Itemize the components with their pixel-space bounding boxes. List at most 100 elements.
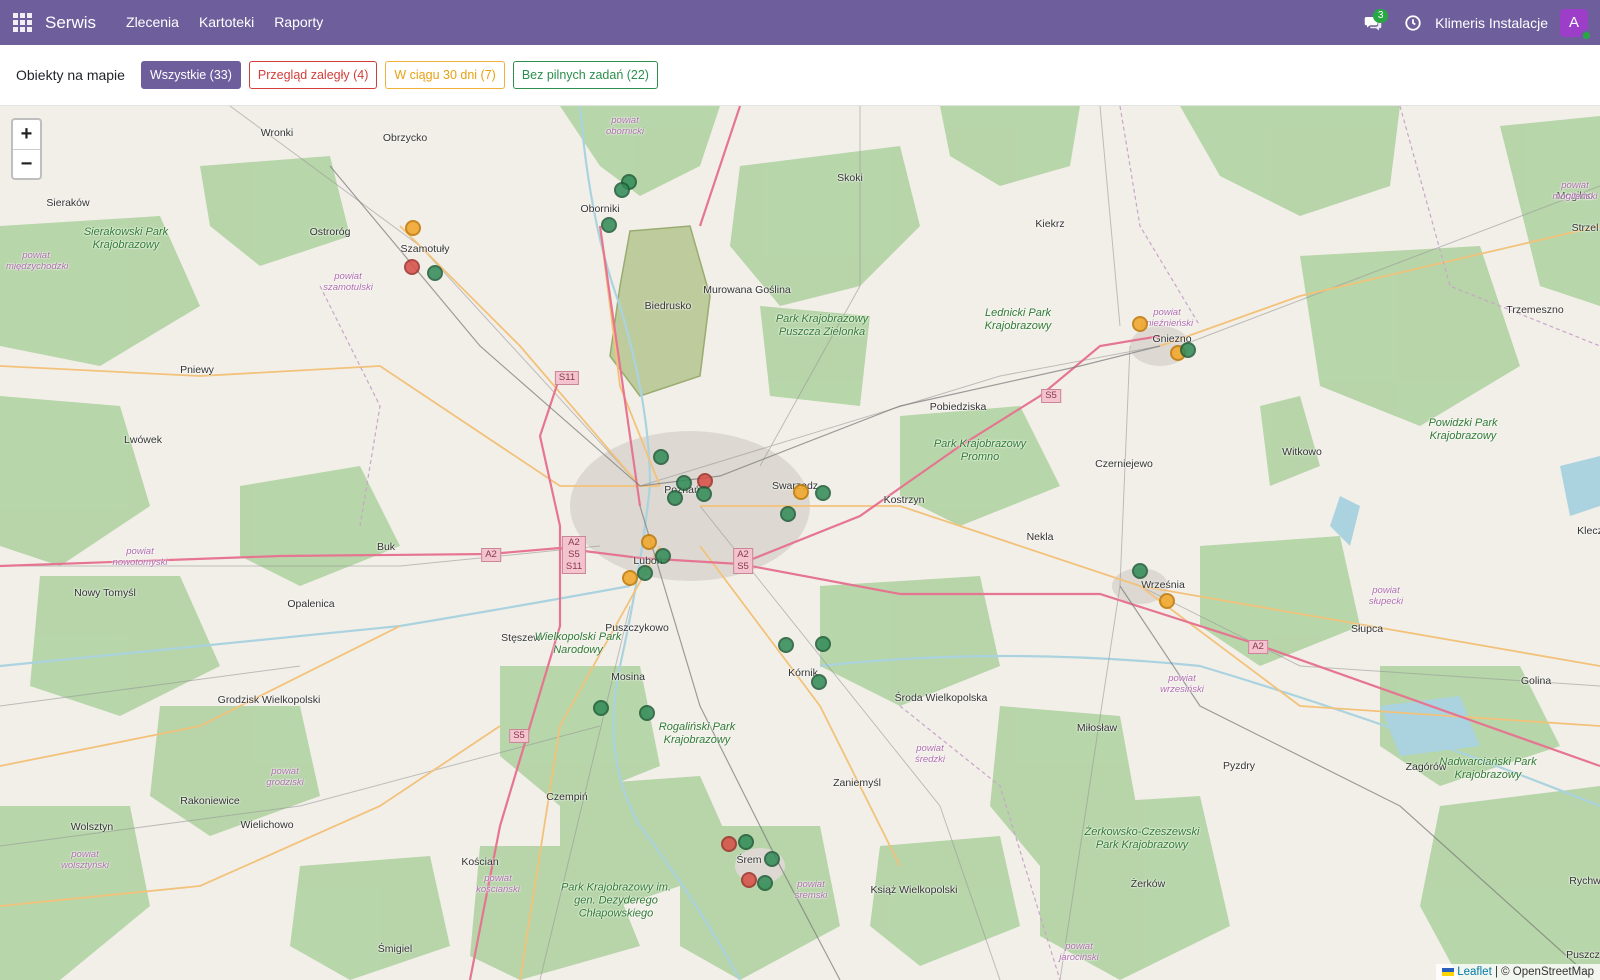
filter-all-button[interactable]: Wszystkie (33) (140, 61, 241, 89)
district-label: powiat nowotomyski (112, 546, 168, 568)
place-label-słupca: Słupca (1350, 623, 1384, 635)
place-label-klecz: Klecz (1577, 525, 1600, 537)
map-marker-ok[interactable] (653, 449, 669, 465)
map-marker-soon[interactable] (641, 534, 657, 550)
district-label: powiat śremski (794, 879, 828, 901)
map-marker-soon[interactable] (1159, 593, 1175, 609)
road-number-label: A2 S5 (733, 548, 753, 574)
district-label: powiat wrzesiński (1160, 673, 1204, 695)
district-label: powiat jarociński (1059, 941, 1099, 963)
map-marker-ok[interactable] (815, 636, 831, 652)
map-marker-ok[interactable] (811, 674, 827, 690)
place-label-żerków: Żerków (1130, 878, 1166, 890)
place-label-pniewy: Pniewy (180, 364, 214, 376)
place-label-śmigiel: Śmigiel (377, 943, 413, 955)
place-label-środa-wielkopolska: Środa Wielkopolska (894, 692, 988, 704)
top-navbar: Serwis Zlecenia Kartoteki Raporty 3 Klim… (0, 0, 1600, 45)
map-marker-ok[interactable] (815, 485, 831, 501)
map-marker-ok[interactable] (637, 565, 653, 581)
map-marker-ok[interactable] (655, 548, 671, 564)
map-marker-ok[interactable] (667, 490, 683, 506)
map-marker-ok[interactable] (593, 700, 609, 716)
place-label-miłosław: Miłosław (1076, 722, 1118, 734)
place-label-strzel: Strzel (1571, 222, 1599, 234)
place-label-mosina: Mosina (611, 671, 645, 683)
park-label: Park Krajobrazowy Puszcza Zielonka (775, 313, 869, 338)
map-marker-ok[interactable] (676, 475, 692, 491)
road-number-label: S11 (554, 371, 580, 385)
place-label-szamotuły: Szamotuły (400, 243, 450, 255)
map-marker-ok[interactable] (778, 637, 794, 653)
map-marker-ok[interactable] (696, 486, 712, 502)
place-label-pyzdry: Pyzdry (1222, 760, 1256, 772)
district-label: powiat średzki (914, 743, 946, 765)
place-label-witkowo: Witkowo (1282, 446, 1322, 458)
road-number-label: A2 (481, 548, 501, 562)
place-label-września: Września (1141, 579, 1185, 591)
map-marker-ok[interactable] (639, 705, 655, 721)
place-label-śrem: Śrem (736, 854, 762, 866)
road-number-label: A2 S5 S11 (561, 536, 587, 574)
menu-item-raporty[interactable]: Raporty (264, 0, 333, 45)
navbar-right: 3 Klimeris Instalacje A (1353, 0, 1600, 45)
avatar-letter: A (1568, 14, 1579, 31)
activity-button[interactable] (1393, 0, 1433, 45)
menu-item-zlecenia[interactable]: Zlecenia (116, 0, 189, 45)
map-marker-overdue[interactable] (404, 259, 420, 275)
place-label-buk: Buk (376, 541, 396, 553)
place-label-trzemeszno: Trzemeszno (1506, 304, 1564, 316)
park-label: Park Krajobrazowy Promno (933, 438, 1027, 463)
map-marker-ok[interactable] (780, 506, 796, 522)
menu-item-kartoteki[interactable]: Kartoteki (189, 0, 264, 45)
park-label: Lednicki Park Krajobrazowy (984, 307, 1052, 332)
company-switcher[interactable]: Klimeris Instalacje (1433, 15, 1560, 31)
osm-attribution: | © OpenStreetMap (1491, 966, 1594, 978)
filter-soon-button[interactable]: W ciągu 30 dni (7) (385, 61, 505, 89)
map-marker-ok[interactable] (601, 217, 617, 233)
app-name[interactable]: Serwis (45, 13, 96, 33)
messages-count-badge: 3 (1373, 9, 1389, 23)
map-marker-overdue[interactable] (741, 872, 757, 888)
place-label-pobiedziska: Pobiedziska (929, 401, 987, 413)
map-marker-soon[interactable] (405, 220, 421, 236)
map-marker-soon[interactable] (793, 484, 809, 500)
map-marker-ok[interactable] (757, 875, 773, 891)
zoom-control: + − (11, 118, 42, 180)
filter-label: Obiekty na mapie (16, 67, 125, 83)
place-label-murowana-goślina: Murowana Goślina (703, 284, 791, 296)
place-label-puszcz: Puszcz (1566, 949, 1600, 961)
place-label-golina: Golina (1520, 675, 1552, 687)
place-label-sieraków: Sieraków (46, 197, 90, 209)
map-marker-soon[interactable] (622, 570, 638, 586)
user-avatar[interactable]: A (1560, 8, 1592, 41)
place-label-kościan: Kościan (461, 856, 499, 868)
map-marker-ok[interactable] (764, 851, 780, 867)
apps-grid-icon[interactable] (0, 0, 45, 45)
messages-button[interactable]: 3 (1353, 0, 1393, 45)
district-label: powiat słupecki (1368, 585, 1404, 607)
map-attribution: Leaflet | © OpenStreetMap (1436, 964, 1600, 980)
place-label-zaniemyśl: Zaniemyśl (833, 777, 881, 789)
map-marker-ok[interactable] (738, 834, 754, 850)
map-marker-overdue[interactable] (721, 836, 737, 852)
map-marker-ok[interactable] (427, 265, 443, 281)
place-label-rakoniewice: Rakoniewice (180, 795, 240, 807)
map-tiles (0, 106, 1600, 980)
district-label: powiat obornicki (605, 115, 645, 137)
zoom-in-button[interactable]: + (13, 120, 40, 149)
district-label: powiat grodziski (266, 766, 304, 788)
map-marker-soon[interactable] (1132, 316, 1148, 332)
leaflet-link[interactable]: Leaflet (1457, 966, 1492, 978)
filter-ok-button[interactable]: Bez pilnych zadań (22) (512, 61, 658, 89)
map-view[interactable]: Wronki Obrzycko Sieraków Ostroróg Szamotuły O… (0, 106, 1600, 980)
place-label-nowy-tomyśl: Nowy Tomyśl (74, 587, 136, 599)
district-label: powiat mogileński (1552, 180, 1598, 202)
road-number-label: S5 (1041, 389, 1061, 403)
zoom-out-button[interactable]: − (13, 149, 40, 178)
map-marker-ok[interactable] (1180, 342, 1196, 358)
filter-overdue-button[interactable]: Przegląd zaległy (4) (248, 61, 378, 89)
place-label-rychw: Rychw (1569, 875, 1600, 887)
map-marker-ok[interactable] (614, 182, 630, 198)
map-marker-ok[interactable] (1132, 563, 1148, 579)
place-label-skoki: Skoki (837, 172, 863, 184)
